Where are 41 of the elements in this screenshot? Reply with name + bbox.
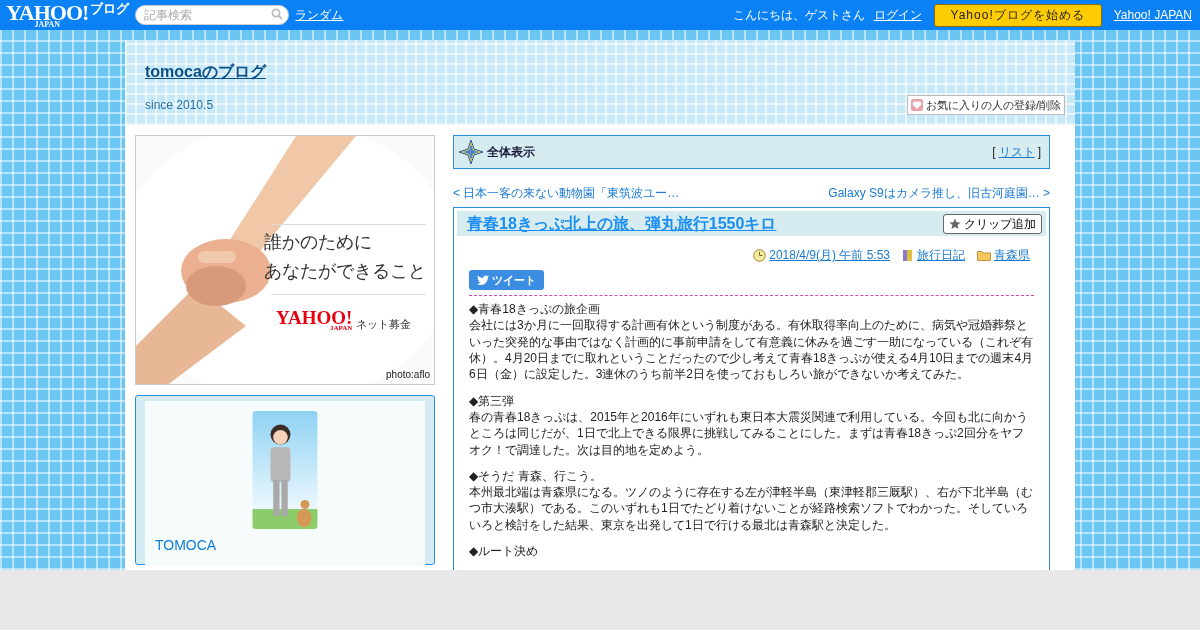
bird-icon	[477, 275, 489, 285]
search-icon[interactable]	[271, 8, 284, 20]
paragraph: 本州最北端は青森県になる。ツノのように存在する左が津軽半島（東津軽郡三厩駅）、右が下北半島（むつ市大湊駅）である。このいずれも1日でたどり着けないことが経路検索ソフトでわかった。そしていろいろと検討をした結果、東京を出発して1日で行ける最北は青森駅と決定した。	[469, 484, 1034, 534]
next-article-link[interactable]: Galaxy S9はカメラ推し、旧古河庭園… >	[828, 184, 1050, 202]
star-icon	[458, 139, 484, 165]
folder-icon	[977, 249, 991, 261]
paragraph: 春の青春18きっぷは、2015年と2016年にいずれも東日本大震災関連で利用している。今回も北に向かうところは同じだが、1日で北上できる限界に挑戦してみることにした。まずは青春18きっぷ2回分をヤフオク！で調達した。次は目的地を定めよう。	[469, 408, 1029, 458]
paragraph: 会社には3か月に一回取得する計画有休という制度がある。有休取得率向上のために、病気や冠婚葬祭といった突発的な事由ではなく計画的に事前申請をして有意義に休みを過ごす一助になっている（これぞ有休）。4月20日までに取れということだったので少し考えて青春18きっぷが使える4月10日までの週末4月6日（金）に設定した。3連休のうち前半2日を使っておもしろい旅ができないか考えてみた。	[469, 317, 1034, 383]
folder-link[interactable]: 青森県	[994, 246, 1030, 264]
section-heading: ◆青春18きっぷの旅企画	[469, 301, 601, 318]
bracket-text: ]	[1037, 145, 1041, 159]
logo[interactable]: YAHOO! JAPAN ブログ	[6, 1, 130, 29]
category-link[interactable]: 旅行日記	[917, 246, 965, 264]
start-blog-button[interactable]: Yahoo!ブログを始める	[933, 3, 1102, 27]
list-link[interactable]: リスト	[998, 145, 1035, 159]
profile-name[interactable]: TOMOCA	[155, 535, 415, 556]
section-heading: ◆ルート決め	[469, 543, 540, 560]
article-title[interactable]: 青春18きっぷ北上の旅、弾丸旅行1550キロ	[467, 211, 777, 236]
clip-button[interactable]: クリップ追加	[943, 213, 1042, 234]
view-label: 全体表示	[487, 144, 535, 161]
book-icon	[902, 248, 914, 262]
clock-icon	[753, 248, 767, 262]
blog-title[interactable]: tomocaのブログ	[145, 60, 266, 84]
bracket-text: [	[992, 145, 996, 159]
heart-icon	[910, 98, 923, 111]
star-icon	[949, 217, 961, 230]
ad-service-text: ネット募金	[356, 316, 412, 332]
section-heading: ◆第三弾	[469, 392, 516, 409]
tweet-button[interactable]: ツイート	[469, 270, 544, 290]
search-field[interactable]: 記事検索	[135, 5, 290, 25]
ad-headline: 誰かのために あなたができること	[264, 230, 426, 283]
favorite-button[interactable]: お気に入りの人の登録/削除	[906, 94, 1065, 115]
blog-subtitle: since 2010.5	[145, 97, 214, 114]
yahoo-japan-link[interactable]: Yahoo! JAPAN	[1113, 6, 1192, 24]
greeting-text: こんにちは、ゲストさん	[732, 7, 865, 24]
login-link[interactable]: ログイン	[873, 6, 922, 24]
section-heading: ◆そうだ 青森、行こう。	[469, 467, 603, 485]
previous-article-link[interactable]: < 日本一客の来ない動物園「東筑波ユー…	[453, 184, 680, 202]
photo-credit: photo:aflo	[386, 368, 430, 382]
date-link[interactable]: 2018/4/9(月) 午前 5:53	[769, 246, 890, 264]
random-link[interactable]: ランダム	[295, 6, 344, 24]
